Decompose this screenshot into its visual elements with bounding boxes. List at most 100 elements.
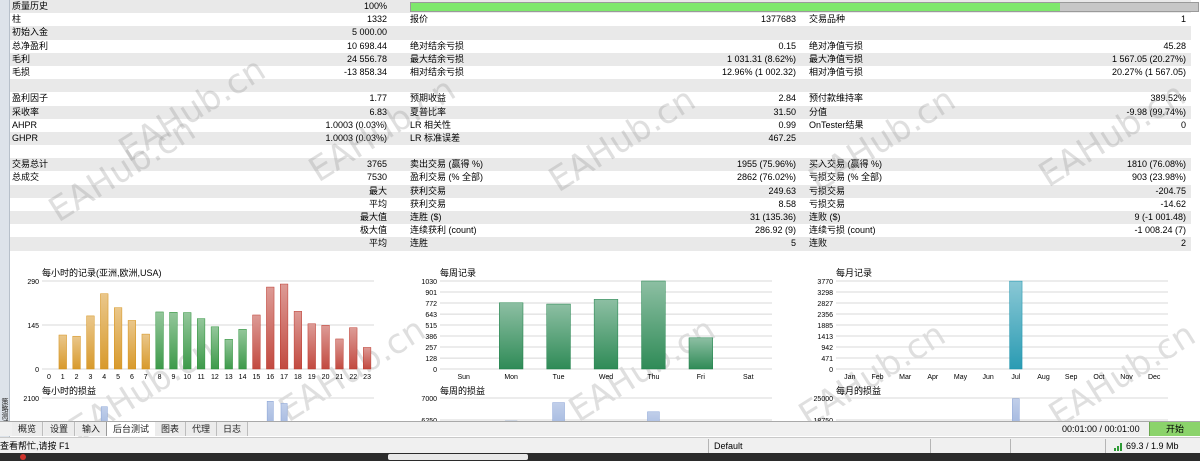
x-tick-label: Tue	[553, 374, 565, 381]
bar	[321, 325, 330, 370]
metric-value: 24 556.78	[346, 53, 387, 64]
x-tick-label: 22	[349, 374, 357, 381]
metric-value	[570, 26, 796, 39]
x-tick-label: Fri	[697, 374, 706, 381]
y-tick-label: 257	[425, 345, 437, 352]
metric-label: 采收率	[12, 106, 40, 117]
report-row	[10, 251, 1191, 264]
hourly-trades-chart: 290 145 0 0 1 2 3 4 5 6 7 8 9 10 11 12 13 14 15 16 17 18 19 20 2…	[10, 266, 382, 384]
x-tick-label: 12	[211, 374, 219, 381]
tab-settings[interactable]: 设置	[44, 422, 76, 436]
report-row: GHPR 1.0003 (0.03%) LR 标准误差 467.25	[10, 131, 1191, 146]
metric-label: 初始入金	[12, 27, 49, 38]
report-row	[10, 145, 1191, 158]
report-row	[10, 79, 1191, 93]
bar	[86, 315, 95, 370]
x-tick-label: 17	[280, 374, 288, 381]
x-tick-label: 21	[336, 374, 344, 381]
bar	[197, 318, 206, 370]
x-tick-label: 19	[308, 374, 316, 381]
tab-overview[interactable]: 概览	[12, 422, 44, 436]
x-tick-label: Thu	[647, 374, 659, 381]
x-tick-label: 11	[197, 374, 204, 381]
bar	[641, 280, 666, 370]
x-tick-label: Sat	[743, 374, 754, 381]
bar	[499, 302, 524, 370]
metric-value: 0.15	[778, 40, 796, 51]
backtest-report-table: 质量历史 100% 柱 1332 报价 1377683 交易品种 1 初始入金 5 000.00 总…	[10, 0, 1199, 264]
os-taskbar	[0, 453, 1200, 461]
metric-value: 20.27% (1 567.05)	[1111, 66, 1186, 77]
x-tick-label: 18	[294, 374, 302, 381]
bar	[593, 299, 619, 370]
metric-value: 467.25	[768, 132, 796, 143]
y-tick-label: 1030	[421, 279, 437, 286]
report-row: 平均 获利交易 8.58 亏损交易 -14.62	[10, 198, 1191, 211]
taskbar-search-box[interactable]	[388, 454, 528, 460]
metric-value: -1 008.24 (7)	[1134, 225, 1186, 236]
report-row: 总净盈利 10 698.44 绝对结余亏损 0.15 绝对净值亏损 45.28	[10, 40, 1191, 53]
connection-signal-icon	[1114, 443, 1122, 451]
monthly-trades-chart: 3770 3298 2827 2356 1885 1413 942 471 0 Jan Feb Mar…	[804, 266, 1176, 384]
metric-label: 毛损	[12, 66, 31, 77]
x-tick-label: 8	[158, 374, 162, 381]
x-tick-label: 6	[130, 374, 134, 381]
bar	[114, 307, 123, 370]
x-tick-label: Sep	[1065, 374, 1078, 381]
chart-title: 每月记录	[836, 268, 873, 278]
status-profile: Default	[714, 441, 743, 451]
chart-canvas: 3770 3298 2827 2356 1885 1413 942 471 0 Jan Feb Mar…	[817, 279, 1168, 381]
report-row: 毛利 24 556.78 最大结余亏损 1 031.31 (8.62%) 最大净值亏损 1…	[10, 52, 1191, 66]
report-row: AHPR 1.0003 (0.03%) LR 相关性 0.99 OnTester结果 0	[10, 119, 1191, 132]
metric-value: 极大值	[359, 225, 387, 236]
metric-value: 1	[1180, 14, 1186, 25]
bar	[546, 303, 571, 370]
x-tick-label: Jun	[983, 374, 994, 381]
y-tick-label: 0	[829, 367, 833, 374]
bar	[1012, 398, 1020, 422]
bar	[210, 326, 219, 370]
chart-title: 每小时的损益	[42, 386, 97, 396]
metric-label	[12, 224, 192, 237]
tab-agents[interactable]: 代理	[186, 422, 218, 436]
x-tick-label: 2	[75, 374, 79, 381]
metric-value: 1.0003 (0.03%)	[325, 132, 387, 143]
tab-backtest[interactable]: 后台测试	[106, 422, 157, 436]
metric-value: 5 000.00	[351, 27, 387, 38]
bar	[127, 320, 136, 370]
weekly-pl-chart: 7000 6250 每周的损益	[408, 384, 780, 422]
status-help-text: 查看帮忙,请按 F1	[0, 441, 70, 451]
left-panel-strip[interactable]: 策略测试	[0, 0, 10, 437]
y-tick-label: 901	[425, 290, 437, 297]
metric-value: 1332	[366, 14, 387, 25]
metric-label	[12, 251, 192, 264]
bar	[155, 311, 164, 370]
x-tick-label: Dec	[1148, 374, 1161, 381]
bar	[266, 286, 275, 370]
y-tick-label: 2100	[23, 396, 39, 403]
tab-inputs[interactable]: 输入	[76, 422, 108, 436]
hourly-pl-chart: 2100 每小时的损益	[10, 384, 382, 422]
report-row: 质量历史 100%	[10, 0, 1199, 14]
metric-value: 389.52%	[1150, 93, 1186, 104]
status-divider	[1105, 439, 1106, 453]
metric-value: -9.98 (99.74%)	[1126, 106, 1186, 117]
record-icon[interactable]	[20, 454, 26, 460]
metric-value	[570, 145, 796, 158]
metric-value: 1 567.05 (20.27%)	[1111, 53, 1186, 64]
metric-label: 柱	[12, 14, 22, 25]
metric-value: 最大值	[359, 212, 387, 222]
y-tick-label: 0	[433, 367, 437, 374]
tab-graph[interactable]: 图表	[155, 422, 187, 436]
weekly-trades-chart: 1030 901 772 643 515 386 257 128 0 Sun Mon Tue Wed Th…	[408, 266, 780, 384]
report-row: 采收率 6.83 夏普比率 31.50 分值 -9.98 (99.74%)	[10, 105, 1191, 119]
x-tick-label: 16	[266, 374, 274, 381]
report-row: 平均 连胜 5 连败 2	[10, 237, 1191, 251]
tab-journal[interactable]: 日志	[217, 422, 249, 436]
metric-label	[12, 145, 192, 158]
report-row: 最大 获利交易 249.63 亏损交易 -204.75	[10, 184, 1191, 198]
bar	[224, 339, 233, 370]
start-button[interactable]: 开始	[1149, 422, 1200, 436]
y-tick-label: 1413	[817, 334, 833, 341]
x-tick-label: 15	[253, 374, 261, 381]
